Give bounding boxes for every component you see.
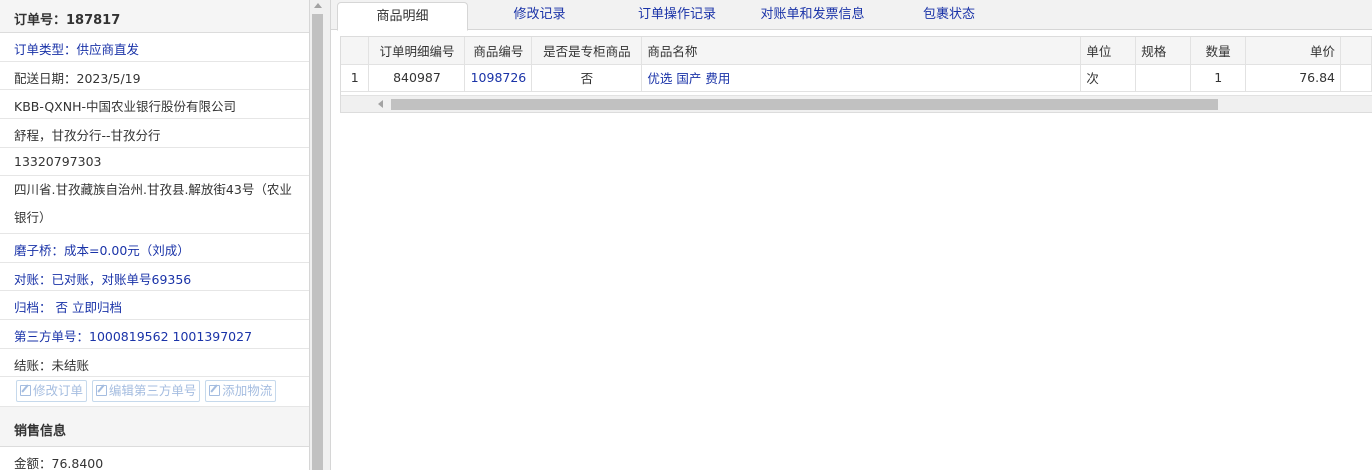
cell-spec [1135,64,1192,92]
grid-horizontal-scrollbar[interactable] [341,95,1372,112]
archive-status[interactable]: 归档： 否 立即归档 [0,291,309,320]
cell-unit: 次 [1080,64,1137,92]
edit-icon [20,385,31,397]
table-row[interactable]: 1 840987 1098726 否 优选 国产 费用 次 1 76.84 [341,64,1372,92]
order-type: 订单类型：供应商直发 [0,33,309,62]
column-header-detail-id[interactable]: 订单明细编号 [368,37,466,65]
cell-unit-price: 76.84 [1245,64,1341,92]
cell-detail-id: 840987 [368,64,466,92]
tab-order-operation-log[interactable]: 订单操作记录 [621,0,733,30]
table-header-row: 订单明细编号 商品编号 是否是专柜商品 商品名称 单位 规格 数量 单价 [341,37,1372,65]
edit-third-party-button[interactable]: 编辑第三方单号 [91,380,201,403]
add-logistics-label: 添加物流 [222,383,273,399]
edit-order-label: 修改订单 [33,383,84,399]
cell-is-counter: 否 [531,64,643,92]
order-detail-panel: 商品明细 修改记录 订单操作记录 对账单和发票信息 包裹状态 订单明细编号 商品… [331,0,1372,470]
edit-third-party-label: 编辑第三方单号 [108,383,197,399]
tab-reconciliation-invoice[interactable]: 对账单和发票信息 [749,0,876,30]
column-header-product-id[interactable]: 商品编号 [464,37,533,65]
third-party-order-numbers: 第三方单号：1000819562 1001397027 [0,320,309,349]
product-grid: 订单明细编号 商品编号 是否是专柜商品 商品名称 单位 规格 数量 单价 1 8… [340,36,1372,113]
horizontal-scrollbar-thumb[interactable] [391,99,1218,110]
reconciliation-status: 对账：已对账，对账单号69356 [0,263,309,292]
row-index: 1 [341,64,370,92]
column-header-quantity[interactable]: 数量 [1190,37,1247,65]
contact-branch: 舒程，甘孜分行--甘孜分行 [0,119,309,148]
column-header-unit[interactable]: 单位 [1080,37,1137,65]
column-header-overflow [1340,37,1372,65]
tab-modification-log[interactable]: 修改记录 [481,0,598,30]
column-header-spec[interactable]: 规格 [1135,37,1192,65]
column-header-is-counter[interactable]: 是否是专柜商品 [531,37,643,65]
cell-overflow [1340,64,1372,92]
order-number-title: 订单号：187817 [0,0,309,33]
tab-product-details[interactable]: 商品明细 [337,2,468,31]
scrollbar-thumb[interactable] [312,14,323,470]
cost-info: 磨子桥：成本=0.00元（刘成） [0,234,309,263]
sales-amount: 金额：76.8400 [0,447,309,470]
delivery-address: 四川省.甘孜藏族自治州.甘孜县.解放街43号（农业银行） [0,176,309,234]
left-panel-scrollbar[interactable] [310,0,331,470]
detail-tabs: 商品明细 修改记录 订单操作记录 对账单和发票信息 包裹状态 [331,0,1372,31]
cell-quantity: 1 [1190,64,1247,92]
scroll-left-arrow-icon[interactable] [378,100,383,108]
order-info-panel: 订单号：187817 订单类型：供应商直发 配送日期：2023/5/19 KBB… [0,0,310,470]
cell-product-id-link[interactable]: 1098726 [464,64,533,92]
add-logistics-button[interactable]: 添加物流 [205,380,277,403]
column-header-index [341,37,370,65]
customer-company: KBB-QXNH-中国农业银行股份有限公司 [0,90,309,120]
column-header-unit-price[interactable]: 单价 [1245,37,1341,65]
settlement-status: 结账：未结账 [0,349,309,378]
cell-product-name-link[interactable]: 优选 国产 费用 [641,64,1082,92]
sales-info-title: 销售信息 [0,407,309,448]
delivery-date: 配送日期：2023/5/19 [0,62,309,91]
scroll-up-arrow-icon[interactable] [314,3,322,8]
product-table: 订单明细编号 商品编号 是否是专柜商品 商品名称 单位 规格 数量 单价 1 8… [341,37,1372,92]
contact-phone: 13320797303 [0,148,309,177]
order-actions: 修改订单 编辑第三方单号 添加物流 [0,377,309,408]
edit-icon [209,385,221,397]
edit-order-button[interactable]: 修改订单 [16,380,88,403]
edit-icon [95,385,107,397]
tab-package-status[interactable]: 包裹状态 [905,0,993,30]
column-header-product-name[interactable]: 商品名称 [641,37,1082,65]
